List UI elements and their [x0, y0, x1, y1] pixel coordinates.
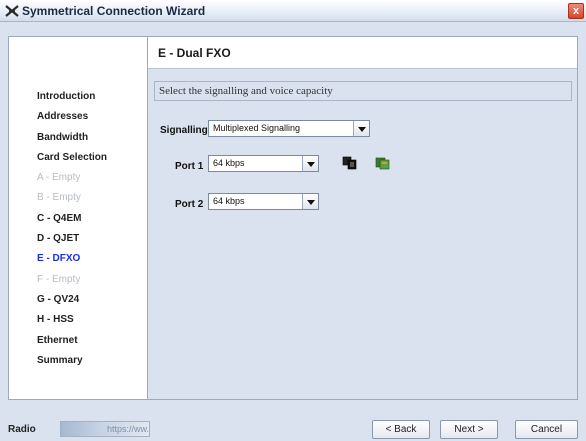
port1-select[interactable]: 64 kbps [208, 155, 319, 172]
instruction-text: Select the signalling and voice capacity [154, 81, 572, 101]
window-titlebar: Symmetrical Connection Wizard x [0, 0, 586, 22]
wizard-app-icon [5, 5, 19, 17]
step-slot-f: F - Empty [37, 273, 81, 285]
step-bandwidth: Bandwidth [37, 131, 89, 143]
page-title: E - Dual FXO [158, 46, 231, 60]
close-icon: x [572, 5, 580, 17]
panel-header: E - Dual FXO [148, 37, 577, 69]
signalling-value: Multiplexed Signalling [213, 123, 301, 133]
wizard-steps-sidebar: Introduction Addresses Bandwidth Card Se… [8, 36, 148, 400]
step-card-selection: Card Selection [37, 151, 108, 163]
port2-label: Port 2 [175, 199, 204, 210]
back-button[interactable]: < Back [372, 420, 430, 439]
next-button[interactable]: Next > [440, 420, 498, 439]
window-title: Symmetrical Connection Wizard [22, 4, 206, 18]
chevron-down-icon[interactable] [302, 194, 318, 209]
step-ethernet: Ethernet [37, 334, 78, 346]
cancel-button[interactable]: Cancel [515, 420, 578, 439]
step-slot-a: A - Empty [37, 172, 81, 184]
signalling-label: Signalling [160, 125, 208, 136]
port1-label: Port 1 [175, 161, 204, 172]
paste-icon[interactable] [375, 156, 391, 170]
step-slot-b: B - Empty [37, 192, 81, 204]
step-introduction: Introduction [37, 91, 96, 102]
close-button[interactable]: x [568, 3, 584, 19]
url-text: https://ww... [107, 424, 150, 434]
step-summary: Summary [37, 354, 83, 366]
step-slot-c: C - Q4EM [37, 212, 82, 224]
copy-icon[interactable] [342, 156, 358, 170]
radio-label: Radio [8, 424, 36, 435]
signalling-select[interactable]: Multiplexed Signalling [208, 120, 370, 137]
step-slot-h: H - HSS [37, 314, 74, 326]
step-addresses: Addresses [37, 111, 89, 123]
chevron-down-icon[interactable] [302, 156, 318, 171]
step-slot-g: G - QV24 [37, 293, 80, 305]
chevron-down-icon[interactable] [353, 121, 369, 136]
wizard-footer: Radio https://ww... < Back Next > Cancel [0, 408, 586, 441]
wizard-content-panel: E - Dual FXO Select the signalling and v… [148, 36, 578, 400]
step-slot-e: E - DFXO [37, 253, 81, 265]
port1-value: 64 kbps [213, 158, 245, 168]
port2-select[interactable]: 64 kbps [208, 193, 319, 210]
wizard-steps-list: Introduction Addresses Bandwidth Card Se… [37, 87, 107, 371]
step-slot-d: D - QJET [37, 233, 80, 245]
port2-value: 64 kbps [213, 196, 245, 206]
url-field[interactable]: https://ww... [60, 421, 150, 437]
